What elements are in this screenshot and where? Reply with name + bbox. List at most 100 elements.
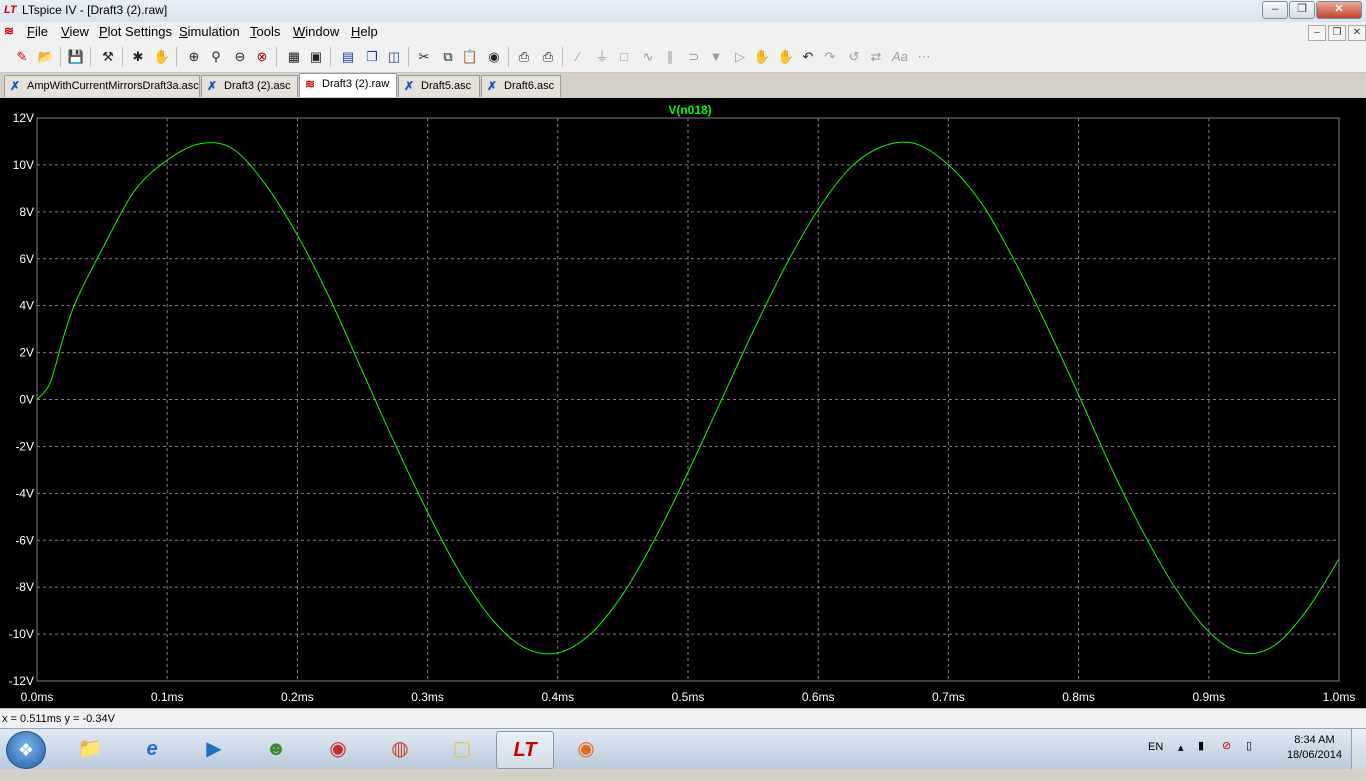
ltspice-app-icon[interactable]: LT	[4, 4, 18, 16]
tile-horizontal-icon[interactable]: ▤	[338, 47, 358, 67]
zoom-in-icon[interactable]: ⊕	[184, 47, 204, 67]
mdi-restore-button[interactable]: ❐	[1328, 25, 1346, 41]
plot-canvas[interactable]: 0.0ms 0.1ms 0.2ms 0.3ms 0.4ms 0.5ms 0.6ms 0.7ms…	[0, 98, 1366, 708]
undo-icon[interactable]: ↶	[798, 47, 818, 67]
menu-view[interactable]: View	[61, 24, 89, 39]
y-tick-label: 2V	[19, 346, 34, 360]
diode-icon[interactable]: ▼	[706, 47, 726, 67]
new-schematic-icon[interactable]: ✎	[12, 47, 32, 67]
component-icon[interactable]: ▷	[730, 47, 750, 67]
ltspice-taskbar-icon[interactable]: LT	[496, 731, 554, 769]
media-player-taskbar-icon[interactable]: ▶	[186, 731, 242, 767]
waveform-plot[interactable]: 0.0ms 0.1ms 0.2ms 0.3ms 0.4ms 0.5ms 0.6ms 0.7ms…	[0, 98, 1366, 708]
print-icon[interactable]: ⎙	[538, 47, 558, 67]
x-tick-label: 0.6ms	[802, 690, 835, 704]
x-tick-label: 0.7ms	[932, 690, 965, 704]
grid-icon[interactable]: ▣	[306, 47, 326, 67]
tab-draft3-asc[interactable]: ✗ Draft3 (2).asc	[201, 75, 298, 97]
mdi-close-button[interactable]: ✕	[1348, 25, 1366, 41]
redo-icon[interactable]: ↷	[820, 47, 840, 67]
text-icon[interactable]: Aa	[890, 47, 910, 67]
y-tick-label: 10V	[13, 158, 34, 172]
cursor-readout: x = 0.511ms y = -0.34V	[2, 713, 115, 725]
copy-icon[interactable]: ⧉	[438, 47, 458, 67]
y-tick-label: -6V	[15, 533, 34, 547]
zoom-pan-icon[interactable]: ⚲	[206, 47, 226, 67]
mdi-minimize-button[interactable]: –	[1308, 25, 1326, 41]
halt-icon[interactable]: ✋	[152, 47, 172, 67]
volume-icon[interactable]: ⊘	[1222, 739, 1231, 779]
show-hidden-icons-icon[interactable]: ▴	[1178, 741, 1184, 781]
x-tick-label: 0.8ms	[1062, 690, 1095, 704]
save-icon[interactable]: 💾	[66, 47, 86, 67]
capacitor-icon[interactable]: ∥	[660, 47, 680, 67]
zoom-out-icon[interactable]: ⊖	[230, 47, 250, 67]
document-tabs: ✗ AmpWithCurrentMirrorsDraft3a.asc ✗ Dra…	[0, 73, 1366, 98]
paste-icon[interactable]: 📋	[460, 47, 480, 67]
status-bar: x = 0.511ms y = -0.34V	[0, 708, 1366, 729]
document-icon[interactable]: ≋	[4, 24, 14, 38]
media-app-taskbar-icon[interactable]: ◉	[310, 731, 366, 767]
zoom-fit-icon[interactable]: ⊗	[252, 47, 272, 67]
menu-tools[interactable]: Tools	[250, 24, 280, 39]
move-icon[interactable]: ✋	[752, 47, 772, 67]
cascade-icon[interactable]: ❐	[362, 47, 382, 67]
x-tick-label: 0.3ms	[411, 690, 444, 704]
people-taskbar-icon[interactable]: ☻	[248, 731, 304, 767]
start-button[interactable]: ❖	[6, 731, 46, 769]
menu-file[interactable]: File	[27, 24, 48, 39]
sticky-notes-taskbar-icon[interactable]: ▢	[434, 731, 490, 767]
menu-plot-settings[interactable]: Plot Settings	[99, 24, 172, 39]
y-tick-label: -12V	[9, 674, 34, 688]
tab-draft3-raw[interactable]: ≋ Draft3 (2).raw	[299, 73, 397, 97]
chrome-taskbar-icon[interactable]: ◍	[372, 731, 428, 767]
menu-window[interactable]: Window	[293, 24, 339, 39]
open-icon[interactable]: 📂	[36, 47, 56, 67]
trace-v-n018[interactable]	[36, 141, 1340, 655]
system-clock[interactable]: 8:34 AM 18/06/2014	[1287, 733, 1342, 763]
control-panel-icon[interactable]: ⚒	[98, 47, 118, 67]
toolbar: ✎ 📂 💾 ⚒ ✱ ✋ ⊕ ⚲ ⊖ ⊗ ▦ ▣ ▤ ❐ ◫ ✂ ⧉ 📋 ◉ ⎙ …	[0, 42, 1366, 73]
y-tick-label: 12V	[13, 111, 34, 125]
spice-directive-icon[interactable]: ⋯	[914, 47, 934, 67]
network-icon[interactable]: ▮	[1198, 739, 1204, 779]
title-bar: LT LTspice IV - [Draft3 (2).raw] – ❐ ✕	[0, 0, 1366, 23]
autorange-icon[interactable]: ▦	[284, 47, 304, 67]
clock-date: 18/06/2014	[1286, 749, 1342, 761]
mirror-icon[interactable]: ⇄	[866, 47, 886, 67]
label-net-icon[interactable]: □	[614, 47, 634, 67]
rotate-icon[interactable]: ↺	[844, 47, 864, 67]
schematic-icon: ✗	[487, 79, 498, 93]
firefox-taskbar-icon[interactable]: ◉	[558, 731, 614, 767]
ground-icon[interactable]: ⏚	[592, 47, 612, 67]
find-icon[interactable]: ◉	[484, 47, 504, 67]
clock-time: 8:34 AM	[1294, 734, 1335, 746]
restore-button[interactable]: ❐	[1289, 1, 1315, 19]
menu-bar: ≋ File View Plot Settings Simulation Too…	[0, 22, 1366, 42]
window-title: LTspice IV - [Draft3 (2).raw]	[22, 3, 168, 17]
show-desktop-button[interactable]	[1351, 729, 1366, 769]
run-icon[interactable]: ✱	[128, 47, 148, 67]
close-button[interactable]: ✕	[1316, 1, 1362, 19]
explorer-taskbar-icon[interactable]: 📁	[62, 731, 118, 767]
tile-vertical-icon[interactable]: ◫	[384, 47, 404, 67]
tab-amp-with-current-mirrors[interactable]: ✗ AmpWithCurrentMirrorsDraft3a.asc	[4, 75, 200, 97]
menu-simulation[interactable]: Simulation	[179, 24, 240, 39]
battery-icon[interactable]: ▯	[1246, 739, 1252, 779]
wire-icon[interactable]: ∕	[568, 47, 588, 67]
menu-help[interactable]: Help	[351, 24, 378, 39]
tab-draft6-asc[interactable]: ✗ Draft6.asc	[481, 75, 561, 97]
resistor-icon[interactable]: ∿	[638, 47, 658, 67]
drag-icon[interactable]: ✋	[776, 47, 796, 67]
cut-icon[interactable]: ✂	[414, 47, 434, 67]
trace-label[interactable]: V(n018)	[668, 103, 711, 117]
print-preview-icon[interactable]: ⎙	[514, 47, 534, 67]
y-tick-label: -2V	[15, 439, 34, 453]
language-indicator[interactable]: EN	[1148, 741, 1163, 781]
inductor-icon[interactable]: ⊃	[684, 47, 704, 67]
internet-explorer-taskbar-icon[interactable]: e	[124, 731, 180, 767]
tab-draft5-asc[interactable]: ✗ Draft5.asc	[398, 75, 480, 97]
minimize-button[interactable]: –	[1262, 1, 1288, 19]
y-tick-label: -10V	[9, 627, 34, 641]
x-tick-label: 0.2ms	[281, 690, 314, 704]
